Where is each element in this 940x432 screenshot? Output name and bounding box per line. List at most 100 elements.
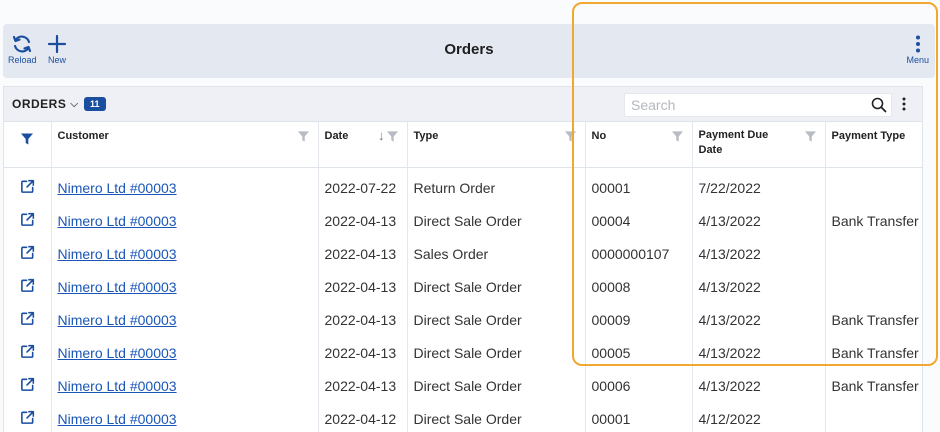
plus-icon [47,34,67,54]
cell-payment-type [825,402,922,432]
cell-customer: Nimero Ltd #00003 [51,204,319,237]
table-row[interactable]: Nimero Ltd #00003 2022-04-13 Direct Sale… [4,336,922,369]
cell-payment-type: Bank Transfer [825,369,922,402]
cell-customer: Nimero Ltd #00003 [51,336,319,369]
customer-link[interactable]: Nimero Ltd #00003 [58,279,177,295]
sort-descending-icon[interactable]: ↓ [378,128,385,143]
open-record-cell[interactable] [4,237,52,270]
reload-button[interactable]: Reload [8,34,37,65]
search-icon[interactable] [867,97,891,113]
cell-date: 2022-04-13 [318,204,408,237]
cell-no: 00008 [585,270,693,303]
column-label: Customer [57,130,109,142]
table-row[interactable]: Nimero Ltd #00003 2022-04-13 Direct Sale… [4,270,922,303]
cell-date: 2022-04-13 [318,336,408,369]
table-row[interactable]: Nimero Ltd #00003 2022-04-13 Direct Sale… [4,369,922,402]
cell-no: 00009 [585,303,693,336]
cell-type: Direct Sale Order [407,336,586,369]
funnel-icon[interactable] [804,130,817,143]
cell-type: Direct Sale Order [407,204,586,237]
column-label: Date [324,130,349,142]
table-row[interactable]: Nimero Ltd #00003 2022-04-13 Sales Order… [4,237,922,270]
cell-customer: Nimero Ltd #00003 [51,369,319,402]
new-button[interactable]: New [47,34,67,65]
customer-link[interactable]: Nimero Ltd #00003 [58,213,177,229]
external-link-icon[interactable] [20,245,35,260]
column-header-customer[interactable]: Customer [51,122,319,168]
open-record-cell[interactable] [4,167,52,204]
external-link-icon[interactable] [20,344,35,359]
table-row[interactable]: Nimero Ltd #00003 2022-04-12 Direct Sale… [4,402,922,432]
table-row[interactable]: Nimero Ltd #00003 2022-04-13 Direct Sale… [4,303,922,336]
table-body: Nimero Ltd #00003 2022-07-22 Return Orde… [4,167,922,432]
open-record-cell[interactable] [4,204,52,237]
funnel-icon[interactable] [297,130,310,143]
customer-link[interactable]: Nimero Ltd #00003 [58,312,177,328]
external-link-icon[interactable] [20,311,35,326]
reload-label: Reload [8,55,37,65]
cell-type: Direct Sale Order [407,270,586,303]
open-record-cell[interactable] [4,336,52,369]
open-record-cell[interactable] [4,369,52,402]
cell-payment-type [825,237,922,270]
cell-payment-due-date: 4/13/2022 [692,336,826,369]
cell-payment-due-date: 4/13/2022 [692,303,826,336]
open-record-cell[interactable] [4,402,52,432]
cell-date: 2022-04-13 [318,369,408,402]
grid-title: ORDERS [12,97,67,111]
page-title: Orders [444,41,494,58]
cell-no: 00001 [585,167,693,204]
cell-payment-type: Bank Transfer [825,204,922,237]
cell-payment-due-date: 4/13/2022 [692,237,826,270]
cell-type: Sales Order [407,237,586,270]
customer-link[interactable]: Nimero Ltd #00003 [58,246,177,262]
search-box [624,93,892,117]
customer-link[interactable]: Nimero Ltd #00003 [58,378,177,394]
funnel-icon[interactable] [386,130,399,143]
refresh-icon [13,35,32,53]
cell-no: 00006 [585,369,693,402]
external-link-icon[interactable] [20,212,35,227]
cell-customer: Nimero Ltd #00003 [51,303,319,336]
customer-link[interactable]: Nimero Ltd #00003 [58,180,177,196]
open-record-cell[interactable] [4,303,52,336]
funnel-icon [21,133,34,145]
customer-link[interactable]: Nimero Ltd #00003 [58,411,177,427]
search-input[interactable] [625,95,867,115]
column-label: Payment Type [831,130,906,142]
cell-date: 2022-04-13 [318,303,408,336]
grid-options-icon[interactable] [900,96,908,117]
grid-title-dropdown[interactable]: ORDERS ⌵ [12,97,78,111]
cell-type: Direct Sale Order [407,402,586,432]
cell-customer: Nimero Ltd #00003 [51,402,319,432]
column-header-type[interactable]: Type [407,122,586,168]
cell-payment-due-date: 4/13/2022 [692,270,826,303]
external-link-icon[interactable] [20,410,35,425]
cell-no: 00004 [585,204,693,237]
table-row[interactable]: Nimero Ltd #00003 2022-04-13 Direct Sale… [4,204,922,237]
filter-toggle-header[interactable] [4,122,52,168]
chevron-down-icon: ⌵ [70,98,79,110]
menu-button[interactable]: Menu [906,34,929,65]
open-record-cell[interactable] [4,270,52,303]
column-header-payment-type[interactable]: Payment Type [825,122,922,168]
cell-date: 2022-04-12 [318,402,408,432]
new-label: New [47,55,66,65]
cell-no: 00001 [585,402,693,432]
orders-table: Customer Date ↓ Type No Payment Due Date… [4,122,922,432]
customer-link[interactable]: Nimero Ltd #00003 [58,345,177,361]
table-row[interactable]: Nimero Ltd #00003 2022-07-22 Return Orde… [4,167,922,204]
column-header-no[interactable]: No [585,122,693,168]
menu-label: Menu [906,55,929,65]
column-header-date[interactable]: Date ↓ [318,122,408,168]
funnel-icon[interactable] [564,130,577,143]
external-link-icon[interactable] [20,278,35,293]
column-header-payment-due-date[interactable]: Payment Due Date [692,122,826,168]
cell-payment-due-date: 4/13/2022 [692,369,826,402]
column-label: No [591,130,607,142]
funnel-icon[interactable] [671,130,684,143]
external-link-icon[interactable] [20,377,35,392]
cell-date: 2022-04-13 [318,270,408,303]
external-link-icon[interactable] [20,179,35,194]
cell-type: Direct Sale Order [407,303,586,336]
